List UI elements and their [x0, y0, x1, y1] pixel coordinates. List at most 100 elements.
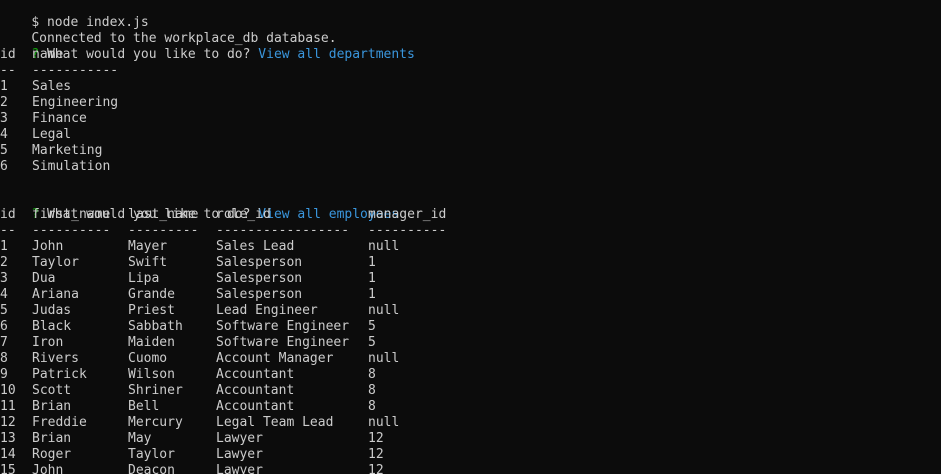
employee-manager-id: 8 — [368, 399, 376, 414]
table-row: 5 Marketing — [0, 143, 941, 159]
department-id: 1 — [0, 79, 8, 94]
departments-header-row: id name — [0, 47, 941, 63]
table-row: 2 Engineering — [0, 95, 941, 111]
employee-last-name: Grande — [128, 287, 175, 302]
department-name: Legal — [32, 127, 72, 142]
employee-last-name: Lipa — [128, 271, 160, 286]
column-header-manager-id: manager_id — [368, 207, 447, 222]
column-separator: --------- — [128, 223, 199, 238]
column-header-last-name: last_name — [128, 207, 199, 222]
employee-id: 15 — [0, 463, 16, 474]
column-header-id: id — [0, 207, 16, 222]
table-row: 2 Taylor Swift Salesperson 1 — [0, 255, 941, 271]
employee-role-id: Accountant — [216, 367, 295, 382]
table-row: 1 Sales — [0, 79, 941, 95]
employees-header-row: id first_name last_name role_id manager_… — [0, 207, 941, 223]
employee-id: 10 — [0, 383, 16, 398]
connection-status-line: Connected to the workplace_db database. — [0, 15, 941, 46]
employees-table-body: 1 John Mayer Sales Lead null 2 Taylor Swift Sale… — [0, 239, 941, 474]
employee-role-id: Account Manager — [216, 351, 334, 366]
column-separator: ----------------- — [216, 223, 350, 238]
department-name: Sales — [32, 79, 72, 94]
employee-first-name: Scott — [32, 383, 72, 398]
department-id: 2 — [0, 95, 8, 110]
table-row: 4 Ariana Grande Salesperson 1 — [0, 287, 941, 303]
employee-manager-id: 8 — [368, 383, 376, 398]
employee-last-name: Sabbath — [128, 319, 183, 334]
employee-id: 12 — [0, 415, 16, 430]
table-row: 10 Scott Shriner Accountant 8 — [0, 383, 941, 399]
departments-separator-row: -- ----------- — [0, 63, 941, 79]
employee-role-id: Lawyer — [216, 447, 263, 462]
employee-role-id: Accountant — [216, 399, 295, 414]
employee-id: 9 — [0, 367, 8, 382]
prompt-line-2: ? What would you like to do? View all em… — [0, 191, 941, 222]
employee-first-name: Ariana — [32, 287, 79, 302]
terminal-window[interactable]: $ node index.js Connected to the workpla… — [0, 0, 941, 474]
employee-id: 8 — [0, 351, 8, 366]
employee-manager-id: 12 — [368, 463, 384, 474]
employee-manager-id: null — [368, 415, 400, 430]
department-id: 3 — [0, 111, 8, 126]
employee-first-name: Dua — [32, 271, 56, 286]
employee-first-name: Brian — [32, 399, 72, 414]
employee-id: 13 — [0, 431, 16, 446]
employee-id: 1 — [0, 239, 8, 254]
department-id: 6 — [0, 159, 8, 174]
employee-manager-id: null — [368, 351, 400, 366]
employee-manager-id: 1 — [368, 271, 376, 286]
table-row: 13 Brian May Lawyer 12 — [0, 431, 941, 447]
employee-first-name: Iron — [32, 335, 64, 350]
employee-manager-id: null — [368, 239, 400, 254]
prompt-line-1: ? What would you like to do? View all de… — [0, 31, 941, 62]
employee-last-name: May — [128, 431, 152, 446]
column-separator: ---------- — [32, 223, 111, 238]
column-separator: ----------- — [32, 63, 119, 78]
column-separator: -- — [0, 63, 16, 78]
employee-first-name: John — [32, 239, 64, 254]
table-row: 7 Iron Maiden Software Engineer 5 — [0, 335, 941, 351]
employee-role-id: Software Engineer — [216, 319, 350, 334]
employee-last-name: Priest — [128, 303, 175, 318]
employee-role-id: Lawyer — [216, 431, 263, 446]
department-id: 5 — [0, 143, 8, 158]
employee-last-name: Maiden — [128, 335, 175, 350]
table-row: 1 John Mayer Sales Lead null — [0, 239, 941, 255]
column-separator: ---------- — [368, 223, 447, 238]
employee-role-id: Legal Team Lead — [216, 415, 334, 430]
table-row: 9 Patrick Wilson Accountant 8 — [0, 367, 941, 383]
table-row: 6 Simulation — [0, 159, 941, 175]
column-header-name: name — [32, 47, 64, 62]
employee-id: 4 — [0, 287, 8, 302]
employee-manager-id: 1 — [368, 255, 376, 270]
employee-id: 3 — [0, 271, 8, 286]
table-row: 6 Black Sabbath Software Engineer 5 — [0, 319, 941, 335]
employee-manager-id: 8 — [368, 367, 376, 382]
employee-role-id: Lead Engineer — [216, 303, 318, 318]
column-header-first-name: first_name — [32, 207, 111, 222]
column-header-role-id: role_id — [216, 207, 271, 222]
employee-first-name: John — [32, 463, 64, 474]
departments-table-body: 1 Sales 2 Engineering 3 Finance 4 Legal 5 Marketi… — [0, 79, 941, 175]
employee-id: 6 — [0, 319, 8, 334]
employee-manager-id: 5 — [368, 335, 376, 350]
employee-id: 2 — [0, 255, 8, 270]
employee-last-name: Wilson — [128, 367, 175, 382]
employee-last-name: Shriner — [128, 383, 183, 398]
department-name: Finance — [32, 111, 87, 126]
employee-role-id: Sales Lead — [216, 239, 295, 254]
command-line: $ node index.js — [0, 0, 941, 30]
employee-last-name: Taylor — [128, 447, 175, 462]
table-row: 14 Roger Taylor Lawyer 12 — [0, 447, 941, 463]
employee-manager-id: null — [368, 303, 400, 318]
employee-role-id: Salesperson — [216, 271, 303, 286]
table-row: 15 John Deacon Lawyer 12 — [0, 463, 941, 474]
employee-first-name: Judas — [32, 303, 72, 318]
employee-role-id: Salesperson — [216, 255, 303, 270]
employee-last-name: Deacon — [128, 463, 175, 474]
department-name: Engineering — [32, 95, 119, 110]
employee-first-name: Patrick — [32, 367, 87, 382]
employee-role-id: Accountant — [216, 383, 295, 398]
employee-first-name: Rivers — [32, 351, 79, 366]
